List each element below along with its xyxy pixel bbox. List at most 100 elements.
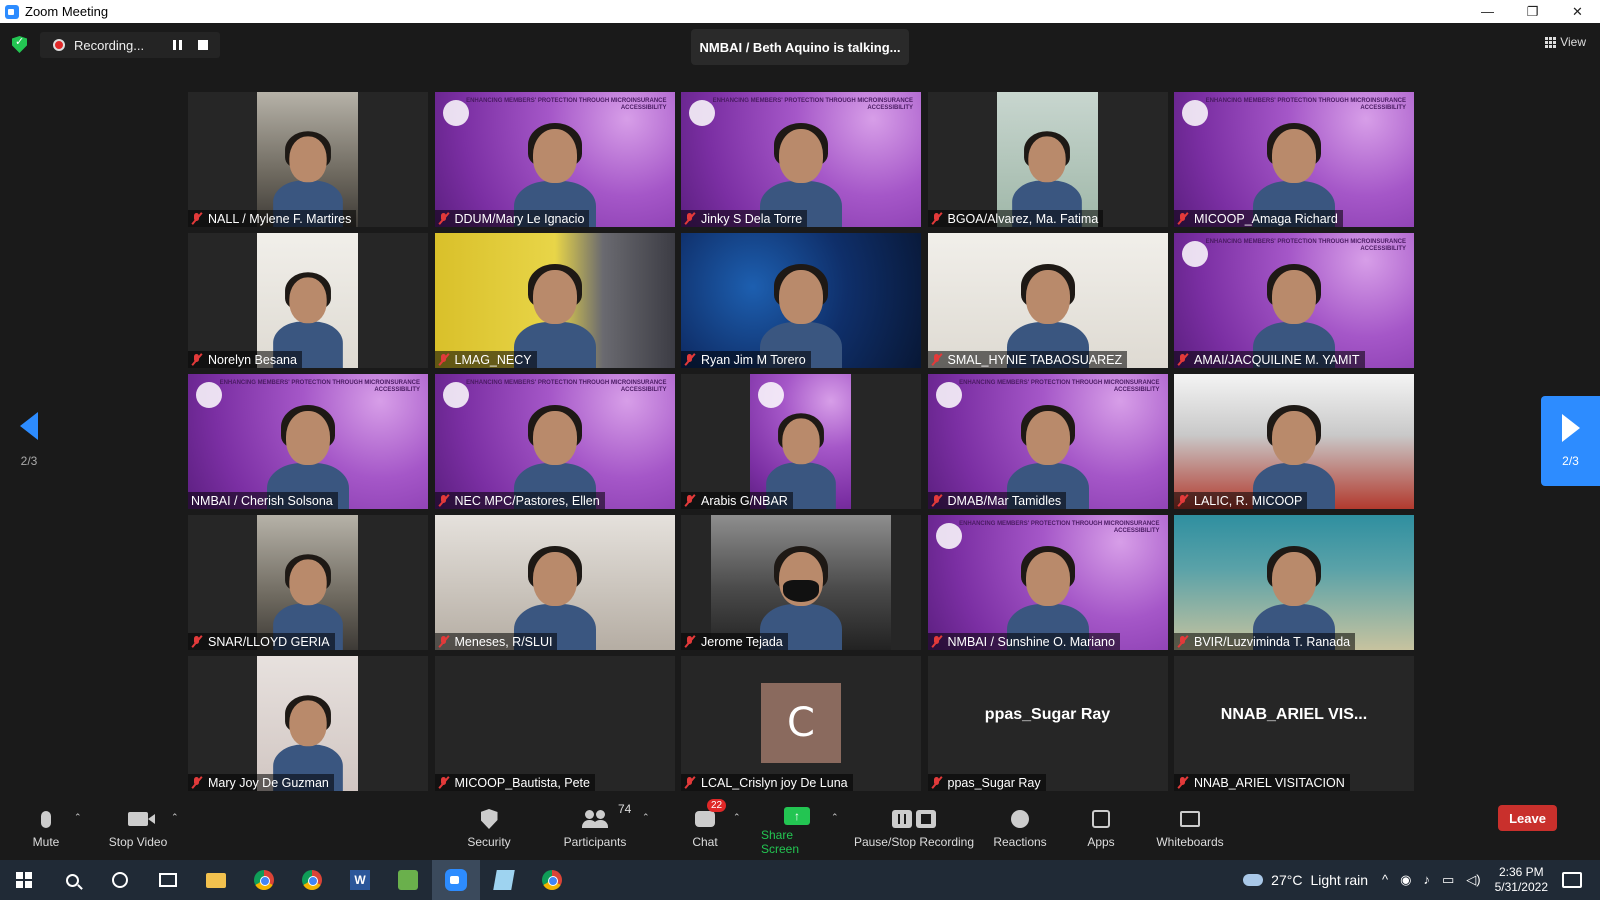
chat-options-chevron-icon[interactable]: ⌃ <box>733 812 741 823</box>
participants-options-chevron-icon[interactable]: ⌃ <box>642 812 650 823</box>
chrome-icon <box>302 870 322 890</box>
meeting-toolbar: Mute ⌃ Stop Video ⌃ Security 74 Particip… <box>0 799 1600 860</box>
participant-tile[interactable]: Ryan Jim M Torero <box>681 233 921 368</box>
participant-tile[interactable]: Jerome Tejada <box>681 515 921 650</box>
audio-options-chevron-icon[interactable]: ⌃ <box>74 812 82 823</box>
taskbar-chrome-3[interactable] <box>528 860 576 900</box>
video-options-chevron-icon[interactable]: ⌃ <box>171 812 179 823</box>
webcam-icon[interactable]: ◉ <box>1400 872 1411 888</box>
muted-microphone-icon <box>931 212 943 225</box>
participant-tile[interactable]: BGOA/Alvarez, Ma. Fatima <box>927 92 1168 227</box>
taskbar-search[interactable] <box>48 860 96 900</box>
minimize-button[interactable]: — <box>1465 0 1510 23</box>
leave-button[interactable]: Leave <box>1498 805 1557 831</box>
participant-tile[interactable]: LALIC, R. MICOOP <box>1174 374 1414 509</box>
participant-tile[interactable]: ENHANCING MEMBERS' PROTECTION THROUGH MI… <box>927 374 1168 509</box>
reactions-button[interactable]: Reactions <box>992 806 1048 856</box>
participant-tile[interactable]: ENHANCING MEMBERS' PROTECTION THROUGH MI… <box>1174 233 1414 368</box>
participant-name-bar: NEC MPC/Pastores, Ellen <box>434 492 605 509</box>
stop-recording-icon[interactable] <box>198 40 208 50</box>
participant-tile[interactable]: Meneses, R/SLUI <box>434 515 675 650</box>
volume-icon[interactable]: ◁) <box>1466 872 1480 888</box>
whiteboards-button[interactable]: Whiteboards <box>1154 806 1226 856</box>
network-icon[interactable]: ▭ <box>1442 872 1454 888</box>
view-button[interactable]: View <box>1545 35 1586 49</box>
previous-page-button[interactable]: 2/3 <box>12 390 46 490</box>
participant-tile[interactable]: NALL / Mylene F. Martires <box>188 92 428 227</box>
participant-tile[interactable]: SMAL_HYNIE TABAOSUAREZ <box>927 233 1168 368</box>
taskbar-notepad[interactable] <box>480 860 528 900</box>
participant-name: DDUM/Mary Le Ignacio <box>454 211 585 226</box>
stop-video-button[interactable]: Stop Video <box>108 806 168 856</box>
virtual-background-banner: ENHANCING MEMBERS' PROTECTION THROUGH MI… <box>959 521 1160 534</box>
chevron-up-icon[interactable]: ^ <box>1382 872 1388 888</box>
weather-temperature[interactable]: 27°C <box>1271 872 1302 888</box>
participant-name-bar: LCAL_Crislyn joy De Luna <box>681 774 853 791</box>
participant-tile[interactable]: BVIR/Luzviminda T. Ranada <box>1174 515 1414 650</box>
participant-tile[interactable]: Arabis G/NBAR <box>681 374 921 509</box>
participant-tile[interactable]: ENHANCING MEMBERS' PROTECTION THROUGH MI… <box>681 92 921 227</box>
participant-name-bar: BGOA/Alvarez, Ma. Fatima <box>927 210 1104 227</box>
notifications-icon[interactable] <box>1562 872 1582 888</box>
share-options-chevron-icon[interactable]: ⌃ <box>831 812 839 823</box>
participant-tile[interactable]: ENHANCING MEMBERS' PROTECTION THROUGH MI… <box>1174 92 1414 227</box>
start-button[interactable] <box>0 860 48 900</box>
security-button[interactable]: Security <box>466 806 512 856</box>
participant-video <box>257 515 358 650</box>
participant-video: ENHANCING MEMBERS' PROTECTION THROUGH MI… <box>927 515 1168 650</box>
taskbar-clock[interactable]: 2:36 PM 5/31/2022 <box>1495 865 1548 895</box>
participant-tile[interactable]: LMAG_NECY <box>434 233 675 368</box>
taskbar-file-explorer[interactable] <box>192 860 240 900</box>
participant-tile[interactable]: ENHANCING MEMBERS' PROTECTION THROUGH MI… <box>434 92 675 227</box>
share-screen-button[interactable]: ↑ Share Screen <box>761 806 833 856</box>
taskbar-cortana[interactable] <box>96 860 144 900</box>
taskbar-chrome-2[interactable] <box>288 860 336 900</box>
microphone-icon <box>41 810 51 828</box>
participants-button[interactable]: 74 Participants <box>562 802 632 856</box>
mute-button[interactable]: Mute <box>28 806 64 856</box>
participant-tile[interactable]: ppas_Sugar Ray ppas_Sugar Ray <box>927 656 1168 791</box>
encryption-shield-icon[interactable] <box>12 36 27 53</box>
page-indicator-left: 2/3 <box>20 454 38 468</box>
muted-microphone-icon <box>1177 776 1189 789</box>
taskbar-android-app[interactable] <box>384 860 432 900</box>
pause-stop-recording-button[interactable]: Pause/Stop Recording <box>853 806 975 856</box>
next-page-button[interactable]: 2/3 <box>1541 396 1600 486</box>
close-button[interactable]: ✕ <box>1555 0 1600 23</box>
recording-controls-icon <box>892 806 936 832</box>
arrow-left-icon <box>20 412 38 440</box>
participant-name: LALIC, R. MICOOP <box>1194 493 1303 508</box>
participant-tile[interactable]: ENHANCING MEMBERS' PROTECTION THROUGH MI… <box>188 374 428 509</box>
pause-recording-icon[interactable] <box>173 40 182 50</box>
tray-icons: ^ ◉ ♪ ▭ ◁) <box>1382 872 1481 888</box>
weather-condition[interactable]: Light rain <box>1310 872 1368 888</box>
restore-button[interactable]: ❐ <box>1510 0 1555 23</box>
security-shield-icon <box>480 809 498 829</box>
participant-name: MICOOP_Bautista, Pete <box>454 775 590 790</box>
folder-icon <box>206 872 226 888</box>
participant-tile[interactable]: Mary Joy De Guzman <box>188 656 428 791</box>
chat-label: Chat <box>692 835 718 849</box>
participant-tile[interactable]: C LCAL_Crislyn joy De Luna <box>681 656 921 791</box>
participant-video <box>1174 515 1414 650</box>
participants-icon <box>582 810 608 828</box>
participant-tile[interactable]: NNAB_ARIEL VIS... NNAB_ARIEL VISITACION <box>1174 656 1414 791</box>
participant-tile[interactable]: Norelyn Besana <box>188 233 428 368</box>
microphone-tray-icon[interactable]: ♪ <box>1423 872 1430 888</box>
weather-cloud-icon <box>1243 874 1264 886</box>
apps-button[interactable]: Apps <box>1086 806 1116 856</box>
participant-tile[interactable]: SNAR/LLOYD GERIA <box>188 515 428 650</box>
share-screen-label: Share Screen <box>761 828 800 856</box>
chat-button[interactable]: 22 Chat <box>690 799 727 856</box>
taskbar-task-view[interactable] <box>144 860 192 900</box>
participant-tile[interactable]: MICOOP_Bautista, Pete <box>434 656 675 791</box>
taskbar-zoom[interactable] <box>432 860 480 900</box>
taskbar-chrome-1[interactable] <box>240 860 288 900</box>
taskbar-word[interactable]: W <box>336 860 384 900</box>
participant-name-bar: MICOOP_Amaga Richard <box>1174 210 1343 227</box>
participant-tile[interactable]: ENHANCING MEMBERS' PROTECTION THROUGH MI… <box>927 515 1168 650</box>
participant-video <box>1174 374 1414 509</box>
participant-video <box>257 92 358 227</box>
system-tray: 27°C Light rain ^ ◉ ♪ ▭ ◁) 2:36 PM 5/31/… <box>1243 860 1600 900</box>
participant-tile[interactable]: ENHANCING MEMBERS' PROTECTION THROUGH MI… <box>434 374 675 509</box>
